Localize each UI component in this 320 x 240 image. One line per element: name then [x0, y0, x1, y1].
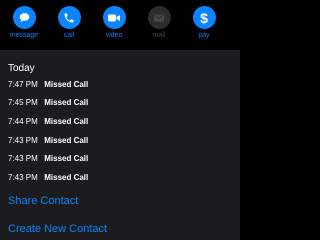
call-history-entry: 7:44 PM Missed Call	[8, 116, 232, 128]
call-history-entry: 7:45 PM Missed Call	[8, 97, 232, 109]
mail-action-label: mail	[152, 32, 166, 39]
mail-action-circle	[147, 6, 171, 29]
share-contact-link[interactable]: Share Contact	[8, 194, 78, 208]
pay-action-circle: $	[192, 6, 216, 29]
create-new-contact-link[interactable]: Create New Contact	[8, 222, 107, 236]
call-type: Missed Call	[44, 154, 89, 163]
call-history-entry: 7:47 PM Missed Call	[8, 79, 232, 91]
call-history-entry: 7:43 PM Missed Call	[8, 172, 232, 184]
video-action-button[interactable]: video	[96, 6, 132, 44]
quick-actions-bar: message call video mail $ pay	[0, 6, 240, 44]
call-history-entry: 7:43 PM Missed Call	[8, 135, 232, 147]
call-type: Missed Call	[44, 117, 89, 126]
call-time: 7:44 PM	[8, 117, 38, 126]
call-time: 7:43 PM	[8, 136, 38, 145]
call-time: 7:47 PM	[8, 80, 38, 89]
video-camera-icon	[108, 14, 120, 21]
call-action-circle	[57, 6, 81, 29]
video-action-label: video	[105, 32, 123, 39]
phone-icon	[64, 13, 74, 22]
call-type: Missed Call	[44, 173, 89, 182]
call-type: Missed Call	[44, 98, 89, 107]
call-action-button[interactable]: call	[51, 6, 87, 44]
call-time: 7:45 PM	[8, 98, 38, 107]
video-action-circle	[102, 6, 126, 29]
call-history-section: Today 7:47 PM Missed Call 7:45 PM Missed…	[0, 50, 240, 192]
call-time: 7:43 PM	[8, 154, 38, 163]
message-action-button[interactable]: message	[6, 6, 42, 44]
share-contact-row[interactable]: Share Contact	[0, 186, 240, 216]
message-action-circle	[12, 6, 36, 29]
pay-action-label: pay	[198, 32, 210, 39]
mail-action-button[interactable]: mail	[141, 6, 177, 44]
pay-action-button[interactable]: $ pay	[186, 6, 222, 44]
dollar-icon: $	[200, 9, 208, 26]
call-time: 7:43 PM	[8, 173, 38, 182]
call-type: Missed Call	[44, 80, 89, 89]
envelope-icon	[154, 14, 164, 21]
message-action-label: message	[9, 32, 39, 39]
call-action-label: call	[63, 32, 75, 39]
message-bubble-icon	[19, 13, 29, 23]
contact-detail-screen: message call video mail $ pay Today 7:47…	[0, 0, 240, 240]
call-type: Missed Call	[44, 136, 89, 145]
call-history-title: Today	[8, 63, 35, 74]
create-new-contact-row[interactable]: Create New Contact	[0, 214, 240, 240]
call-history-entry: 7:43 PM Missed Call	[8, 153, 232, 165]
